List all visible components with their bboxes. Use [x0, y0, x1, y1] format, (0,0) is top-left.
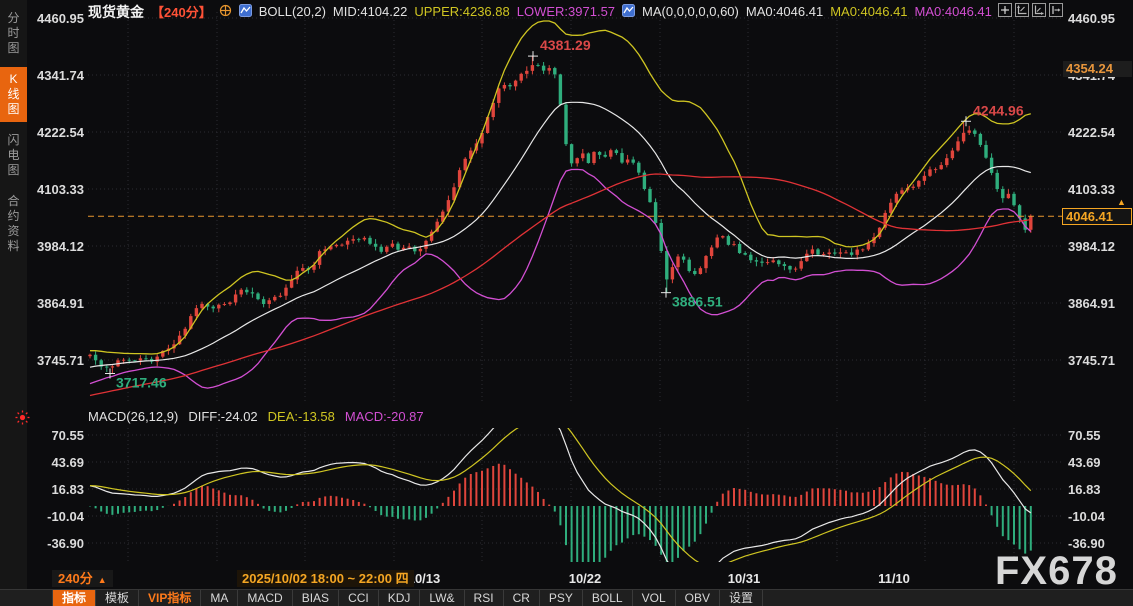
indicator-toolbar: 指标模板VIP指标MAMACDBIASCCIKDJLW&RSICRPSYBOLL…: [0, 589, 1133, 606]
macd-axis-label: 16.83: [1068, 482, 1101, 497]
price-axis-label: 4460.95: [37, 11, 84, 26]
price-axis-label: 3984.12: [37, 239, 84, 254]
sidebar-item-1[interactable]: K线图: [0, 67, 27, 122]
toolbar-item-BOLL[interactable]: BOLL: [583, 590, 633, 606]
toolbar-item-LW&[interactable]: LW&: [420, 590, 464, 606]
toolbar-item-指标[interactable]: 指标: [52, 590, 96, 606]
price-pointer-icon: ▲: [1117, 197, 1126, 207]
macd-legend: MACD(26,12,9) DIFF:-24.02 DEA:-13.58 MAC…: [88, 409, 424, 424]
macd-axis-label: 70.55: [51, 428, 84, 443]
boll-params: BOLL(20,2): [259, 4, 326, 19]
toolbar-item-CR[interactable]: CR: [504, 590, 540, 606]
period-up-arrow: ▲: [98, 575, 107, 585]
low-price-label: 3886.51: [672, 294, 723, 310]
crosshair-move-icon[interactable]: [998, 3, 1012, 17]
date-axis-label: 10/31: [728, 571, 761, 586]
toolbar-item-MA[interactable]: MA: [201, 590, 238, 606]
chart-tools: [998, 3, 1063, 17]
high-price-label: 4381.29: [540, 37, 591, 53]
toolbar-item-PSY[interactable]: PSY: [540, 590, 583, 606]
toolbar-item-CCI[interactable]: CCI: [339, 590, 379, 606]
price-axis-label: 3864.91: [1068, 296, 1115, 311]
ma0-yellow-value: MA0:4046.41: [830, 4, 907, 19]
boll-upper-value: UPPER:4236.88: [414, 4, 509, 19]
toolbar-item-KDJ[interactable]: KDJ: [379, 590, 421, 606]
date-axis-label: 10/22: [569, 571, 602, 586]
toolbar-item-OBV[interactable]: OBV: [676, 590, 720, 606]
date-axis-label: 11/10: [878, 571, 910, 586]
macd-diff-value: DIFF:-24.02: [188, 409, 257, 424]
period-selector-button[interactable]: 240分▲: [52, 570, 113, 587]
price-axis-label: 4341.74: [37, 68, 85, 83]
macd-axis-label: 43.69: [51, 455, 84, 470]
price-axis-label: 4460.95: [1068, 11, 1115, 26]
ma-chart-icon[interactable]: [622, 4, 635, 20]
ma-params: MA(0,0,0,0,0,60): [642, 4, 739, 19]
target-icon[interactable]: [219, 4, 232, 20]
boll-chart-icon[interactable]: [239, 4, 252, 20]
price-axis-label: 4103.33: [37, 182, 84, 197]
macd-pane: [90, 411, 1031, 578]
price-axis-label: 3745.71: [1068, 353, 1115, 368]
chart-legend-bar: 现货黄金 【240分】 BOLL(20,2) MID:4104.22 UPPER…: [88, 3, 992, 20]
price-axis-label: 3745.71: [37, 353, 84, 368]
toolbar-item-模板[interactable]: 模板: [96, 590, 139, 606]
toolbar-item-VOL[interactable]: VOL: [633, 590, 676, 606]
price-axis-label: 3984.12: [1068, 239, 1115, 254]
price-axis-label: 3864.91: [37, 296, 84, 311]
candles-pane: [88, 21, 1032, 396]
high-price-label: 4244.96: [973, 102, 1024, 118]
trading-app-window: 4381.29 4244.96 3717.46 3886.51 4460.95 4460.…: [0, 0, 1133, 606]
macd-axis-label: -10.04: [1068, 509, 1106, 524]
price-chart[interactable]: 4381.29 4244.96 3717.46 3886.51 4460.95 4460.…: [0, 0, 1133, 606]
macd-params: MACD(26,12,9): [88, 409, 178, 424]
toolbar-item-BIAS[interactable]: BIAS: [293, 590, 339, 606]
macd-axis-label: 70.55: [1068, 428, 1101, 443]
ma0-magenta-value: MA0:4046.41: [915, 4, 992, 19]
left-sidebar: 分时图 K线图闪电图合约资料: [0, 0, 27, 606]
macd-axis-label: -36.90: [47, 536, 84, 551]
toolbar-item-RSI[interactable]: RSI: [465, 590, 504, 606]
x-axis-scale-icon[interactable]: [1032, 3, 1046, 17]
macd-axis-label: -10.04: [47, 509, 85, 524]
symbol-name: 现货黄金: [88, 2, 144, 22]
toolbar-item-VIP指标[interactable]: VIP指标: [139, 590, 201, 606]
toolbar-item-设置[interactable]: 设置: [720, 590, 763, 606]
crosshair-date-tooltip: 2025/10/02 18:00 ~ 22:00 四: [237, 570, 414, 587]
macd-macd-value: MACD:-20.87: [345, 409, 424, 424]
axis-high-marker: 4354.24: [1063, 61, 1132, 77]
sidebar-item-2[interactable]: 闪电图: [0, 128, 27, 183]
toolbar-item-MACD[interactable]: MACD: [238, 590, 292, 606]
macd-dea-value: DEA:-13.58: [268, 409, 335, 424]
period-label: 【240分】: [151, 2, 212, 21]
watermark: FX678: [995, 549, 1118, 594]
macd-axis-label: 16.83: [51, 482, 84, 497]
boll-lower-value: LOWER:3971.57: [517, 4, 615, 19]
macd-axis-label: 43.69: [1068, 455, 1101, 470]
shift-right-icon[interactable]: [1049, 3, 1063, 17]
price-axis-label: 4222.54: [37, 125, 85, 140]
boll-mid-value: MID:4104.22: [333, 4, 407, 19]
y-axis-scale-icon[interactable]: [1015, 3, 1029, 17]
sidebar-item-0[interactable]: 分时图: [0, 6, 27, 61]
alert-burst-icon[interactable]: [15, 410, 30, 430]
price-axis-label: 4222.54: [1068, 125, 1116, 140]
low-price-label: 3717.46: [116, 374, 167, 390]
sidebar-item-3[interactable]: 合约资料: [0, 189, 27, 259]
price-axis-label: 4103.33: [1068, 182, 1115, 197]
current-price-box: 4046.41: [1062, 208, 1132, 225]
ma0-white-value: MA0:4046.41: [746, 4, 823, 19]
